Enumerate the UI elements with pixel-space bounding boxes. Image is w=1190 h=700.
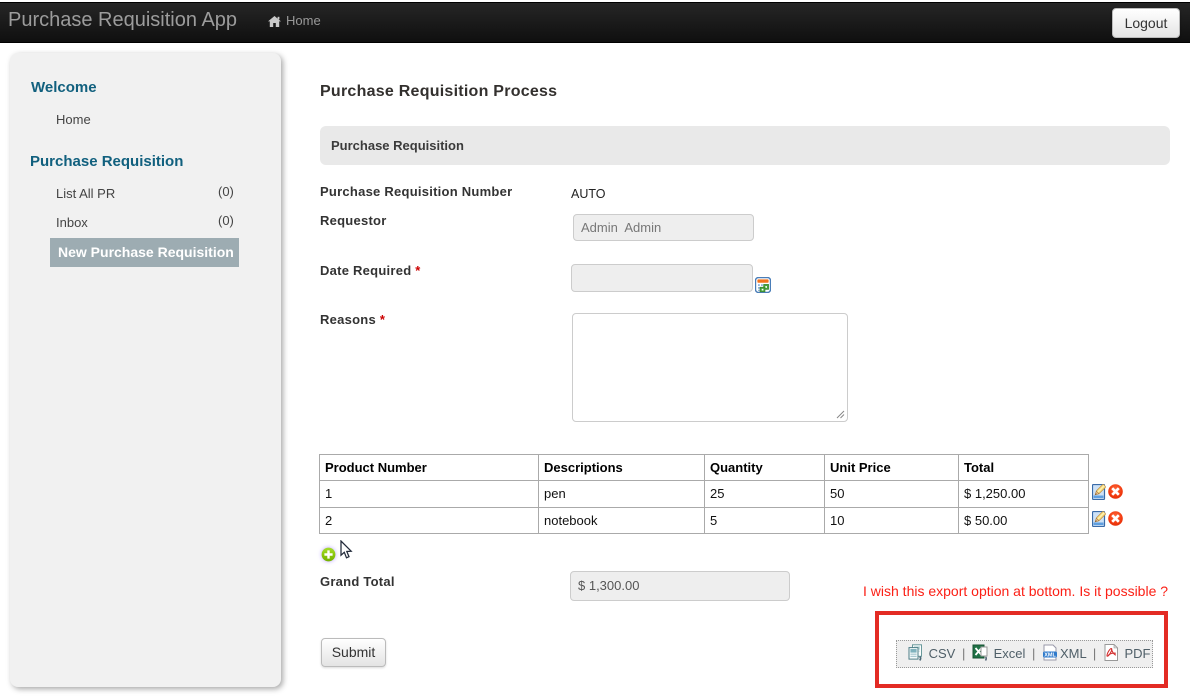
svg-text:XML: XML: [1044, 652, 1056, 658]
